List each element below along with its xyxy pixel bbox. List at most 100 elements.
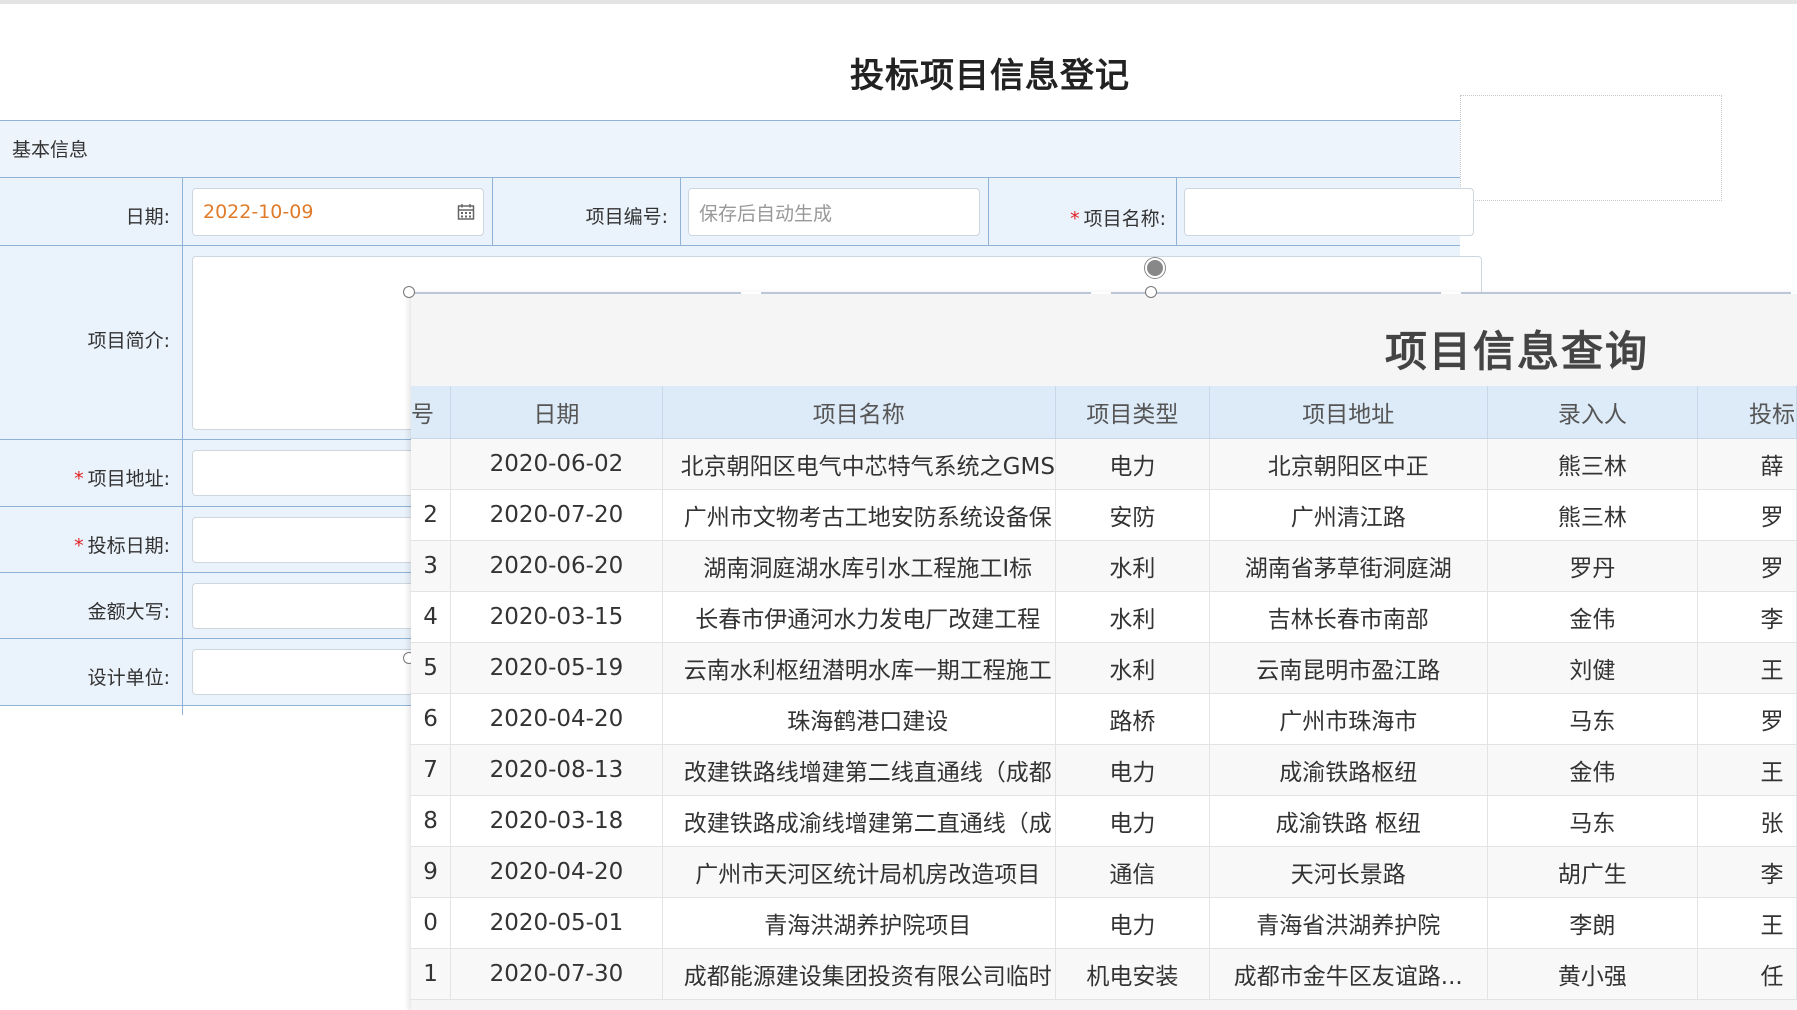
table-row[interactable]: 4 2020-03-15 长春市伊通河水力发电厂改建工程 水利 吉林长春市南部 金伟李 <box>411 591 1797 643</box>
row-date: 2020-07-20 <box>450 489 663 541</box>
row-person-link[interactable]: 金伟 <box>1487 744 1699 796</box>
row-date: 2020-03-18 <box>450 795 663 847</box>
row-date: 2020-04-20 <box>450 846 663 898</box>
row-bidder-link[interactable]: 罗 <box>1697 540 1797 592</box>
table-row[interactable]: 8 2020-03-18 改建铁路成渝线增建第二直通线（成 电力 成渝铁路 枢纽 马东张 <box>411 795 1797 847</box>
row-type: 水利 <box>1055 642 1210 694</box>
row-bidder-link[interactable]: 李 <box>1697 846 1797 898</box>
row-person-link[interactable]: 马东 <box>1487 693 1699 745</box>
table-row[interactable]: 1 2020-07-30 成都能源建设集团投资有限公司临时 机电安装 成都市金牛区友谊路… <box>411 948 1797 1000</box>
date-value: 2022-10-09 <box>203 201 314 223</box>
divider <box>182 507 183 573</box>
row-person-link[interactable]: 熊三林 <box>1487 438 1699 490</box>
row-date: 2020-06-02 <box>450 438 663 490</box>
row-address: 北京朝阳区中正 <box>1209 438 1488 490</box>
row-bidder-link[interactable]: 罗 <box>1697 693 1797 745</box>
table-row[interactable]: 2 2020-07-20 广州市文物考古工地安防系统设备保 安防 广州清江路 熊三林罗 <box>411 489 1797 541</box>
row-person-link[interactable]: 金伟 <box>1487 591 1699 643</box>
row-project-name-link[interactable]: 长春市伊通河水力发电厂改建工程 <box>662 591 1056 643</box>
row-type: 电力 <box>1055 795 1210 847</box>
required-mark: * <box>1070 208 1080 230</box>
row-project-name-link[interactable]: 北京朝阳区电气中芯特气系统之GMS <box>662 438 1056 490</box>
col-header-type[interactable]: 项目类型 <box>1055 386 1210 439</box>
row-number: 2 <box>411 489 452 541</box>
row-person-link[interactable]: 罗丹 <box>1487 540 1699 592</box>
row-type: 电力 <box>1055 897 1210 949</box>
row-bidder-link[interactable]: 李 <box>1697 591 1797 643</box>
row-bidder-link[interactable]: 薛 <box>1697 438 1797 490</box>
project-name-label-text: 项目名称: <box>1083 208 1166 230</box>
row-date: 2020-08-13 <box>450 744 663 796</box>
col-header-bidder[interactable]: 投标 <box>1697 386 1797 439</box>
row-number: 8 <box>411 795 452 847</box>
row-bidder-link[interactable]: 任 <box>1697 948 1797 1000</box>
table-row[interactable]: 7 2020-08-13 改建铁路线增建第二线直通线（成都 电力 成渝铁路枢纽 金伟王 <box>411 744 1797 796</box>
row-person-link[interactable]: 熊三林 <box>1487 489 1699 541</box>
col-header-address[interactable]: 项目地址 <box>1209 386 1488 439</box>
col-header-person[interactable]: 录入人 <box>1487 386 1699 439</box>
row-bidder-link[interactable]: 王 <box>1697 897 1797 949</box>
row-date: 2020-03-15 <box>450 591 663 643</box>
divider <box>182 178 183 246</box>
row-number: 6 <box>411 693 452 745</box>
row-address: 吉林长春市南部 <box>1209 591 1488 643</box>
resize-handle-top-left[interactable] <box>403 286 415 298</box>
row-bidder-link[interactable]: 张 <box>1697 795 1797 847</box>
row-number: 0 <box>411 897 452 949</box>
row-date: 2020-05-01 <box>450 897 663 949</box>
row-bidder-link[interactable]: 王 <box>1697 744 1797 796</box>
calendar-icon[interactable] <box>457 203 475 221</box>
col-header-num[interactable]: 号 <box>411 386 452 439</box>
row-person-link[interactable]: 黄小强 <box>1487 948 1699 1000</box>
col-header-date[interactable]: 日期 <box>450 386 663 439</box>
table-row[interactable]: 6 2020-04-20 珠海鹤港口建设 路桥 广州市珠海市 马东罗 <box>411 693 1797 745</box>
row-project-name-link[interactable]: 广州市文物考古工地安防系统设备保 <box>662 489 1056 541</box>
row-bidder-link[interactable]: 罗 <box>1697 489 1797 541</box>
row-type: 电力 <box>1055 438 1210 490</box>
rotate-handle[interactable] <box>1145 258 1165 278</box>
table-row[interactable]: 2020-06-02 北京朝阳区电气中芯特气系统之GMS 电力 北京朝阳区中正 熊三林薛 <box>411 438 1797 490</box>
date-label: 日期: <box>125 206 170 228</box>
row-project-name-link[interactable]: 成都能源建设集团投资有限公司临时 <box>662 948 1056 1000</box>
table-header-row: 号 日期 项目名称 项目类型 项目地址 录入人 投标 <box>411 386 1797 439</box>
row-person-link[interactable]: 胡广生 <box>1487 846 1699 898</box>
row-date: 2020-06-20 <box>450 540 663 592</box>
table-row[interactable]: 5 2020-05-19 云南水利枢纽潜明水库一期工程施工 水利 云南昆明市盈江路 刘健王 <box>411 642 1797 694</box>
row-type: 路桥 <box>1055 693 1210 745</box>
table-row[interactable]: 0 2020-05-01 青海洪湖养护院项目 电力 青海省洪湖养护院 李朗王 <box>411 897 1797 949</box>
row-person-link[interactable]: 刘健 <box>1487 642 1699 694</box>
row-address: 广州市珠海市 <box>1209 693 1488 745</box>
divider <box>1176 178 1177 246</box>
table-body: 2020-06-02 北京朝阳区电气中芯特气系统之GMS 电力 北京朝阳区中正 熊三林薛… <box>411 438 1797 1000</box>
row-project-name-link[interactable]: 广州市天河区统计局机房改造项目 <box>662 846 1056 898</box>
row-number: 1 <box>411 948 452 1000</box>
selection-top-edge <box>411 292 1797 294</box>
row-person-link[interactable]: 李朗 <box>1487 897 1699 949</box>
project-code-input[interactable]: 保存后自动生成 <box>688 188 980 236</box>
dotted-placeholder-box <box>1460 95 1722 201</box>
resize-handle-top[interactable] <box>1145 286 1157 298</box>
address-label-text: 项目地址: <box>87 468 170 490</box>
row-project-name-link[interactable]: 青海洪湖养护院项目 <box>662 897 1056 949</box>
row-bidder-link[interactable]: 王 <box>1697 642 1797 694</box>
row-address: 成渝铁路 枢纽 <box>1209 795 1488 847</box>
row-project-name-link[interactable]: 改建铁路线增建第二线直通线（成都 <box>662 744 1056 796</box>
table-row[interactable]: 3 2020-06-20 湖南洞庭湖水库引水工程施工Ⅰ标 水利 湖南省茅草街洞庭湖 罗丹罗 <box>411 540 1797 592</box>
row-project-name-link[interactable]: 云南水利枢纽潜明水库一期工程施工 <box>662 642 1056 694</box>
row-address: 云南昆明市盈江路 <box>1209 642 1488 694</box>
project-name-input[interactable] <box>1184 188 1474 236</box>
col-header-name[interactable]: 项目名称 <box>662 386 1056 439</box>
row-type: 机电安装 <box>1055 948 1210 1000</box>
divider <box>988 178 989 246</box>
row-person-link[interactable]: 马东 <box>1487 795 1699 847</box>
row-type: 水利 <box>1055 591 1210 643</box>
table-row[interactable]: 9 2020-04-20 广州市天河区统计局机房改造项目 通信 天河长景路 胡广生李 <box>411 846 1797 898</box>
row-address: 成渝铁路枢纽 <box>1209 744 1488 796</box>
divider <box>182 639 183 715</box>
row-project-name-link[interactable]: 湖南洞庭湖水库引水工程施工Ⅰ标 <box>662 540 1056 592</box>
date-field[interactable]: 2022-10-09 <box>192 188 484 236</box>
row-project-name-link[interactable]: 珠海鹤港口建设 <box>662 693 1056 745</box>
row-number <box>411 438 452 490</box>
divider <box>492 178 493 246</box>
row-project-name-link[interactable]: 改建铁路成渝线增建第二直通线（成 <box>662 795 1056 847</box>
